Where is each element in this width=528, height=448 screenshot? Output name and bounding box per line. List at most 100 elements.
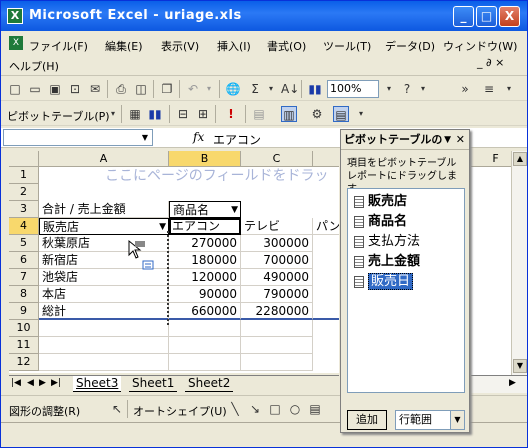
- undo-icon[interactable]: ↶: [185, 81, 201, 97]
- field-item-payment[interactable]: 支払方法: [354, 233, 420, 251]
- line-icon[interactable]: ╲: [227, 401, 243, 417]
- menu-help[interactable]: ヘルプ(H): [9, 58, 59, 74]
- permission-icon[interactable]: ⊡: [67, 81, 83, 97]
- cell-b11[interactable]: [169, 337, 241, 354]
- menu-data[interactable]: データ(D): [385, 38, 435, 54]
- menu-file[interactable]: ファイル(F): [29, 38, 88, 54]
- cell-c10[interactable]: [241, 320, 313, 337]
- menu-tools[interactable]: ツール(T): [323, 38, 371, 54]
- cell-a7[interactable]: 池袋店: [39, 269, 169, 286]
- minimize-button[interactable]: _: [453, 6, 474, 27]
- align-icon[interactable]: ≡: [481, 81, 497, 97]
- page-field-drop-area[interactable]: ここにページのフィールドをドラッ: [105, 165, 328, 185]
- format-report-icon[interactable]: ▦: [127, 106, 143, 122]
- name-box-dropdown-icon[interactable]: ▼: [138, 130, 152, 145]
- field-settings-icon[interactable]: ⚙: [309, 106, 325, 122]
- open-icon[interactable]: ▭: [27, 81, 43, 97]
- scroll-right-icon[interactable]: ▶: [509, 378, 516, 388]
- menu-view[interactable]: 表示(V): [161, 38, 199, 54]
- cell-c11[interactable]: [241, 337, 313, 354]
- workbook-window-controls[interactable]: _ ∂ ×: [477, 56, 504, 69]
- next-sheet-icon[interactable]: ▶: [39, 378, 46, 388]
- row-header-5[interactable]: 5: [9, 235, 39, 252]
- include-hidden-items-icon[interactable]: ▤: [251, 106, 267, 122]
- pivottable-menu[interactable]: ピボットテーブル(P): [7, 108, 110, 124]
- zoom-select[interactable]: 100%: [327, 80, 379, 98]
- insert-function-icon[interactable]: fx: [193, 130, 204, 144]
- cell-a8[interactable]: 本店: [39, 286, 169, 303]
- cell-b5[interactable]: 270000: [169, 235, 241, 252]
- pivot-column-field[interactable]: 商品名 ▼: [169, 201, 241, 218]
- undo-dropdown-icon[interactable]: ▾: [201, 81, 217, 97]
- scroll-down-icon[interactable]: ▼: [513, 359, 527, 373]
- cell-c9[interactable]: 2280000: [241, 303, 313, 320]
- cell-b6[interactable]: 180000: [169, 252, 241, 269]
- menu-insert[interactable]: 挿入(I): [217, 38, 251, 54]
- help-icon[interactable]: ?: [399, 81, 415, 97]
- field-item-amount[interactable]: 売上金額: [354, 253, 420, 271]
- always-display-items-icon[interactable]: ▥: [281, 106, 297, 122]
- field-item-date[interactable]: 販売日: [354, 273, 414, 291]
- vertical-scrollbar[interactable]: ▲ ▼: [511, 151, 527, 375]
- area-dropdown-icon[interactable]: ▼: [450, 411, 464, 429]
- maximize-button[interactable]: □: [476, 6, 497, 27]
- chart-wizard-icon[interactable]: ▮▮: [307, 81, 323, 97]
- row-header-12[interactable]: 12: [9, 354, 39, 371]
- print-icon[interactable]: ⎙: [113, 81, 129, 97]
- row-header-7[interactable]: 7: [9, 269, 39, 286]
- autoshape-menu[interactable]: オートシェイプ(U): [133, 403, 227, 419]
- show-detail-icon[interactable]: ⊞: [195, 106, 211, 122]
- rectangle-icon[interactable]: □: [267, 401, 283, 417]
- close-button[interactable]: X: [499, 6, 520, 27]
- print-preview-icon[interactable]: ◫: [133, 81, 149, 97]
- new-icon[interactable]: □: [7, 81, 23, 97]
- row-header-2[interactable]: 2: [9, 184, 39, 201]
- toolbar-overflow-icon[interactable]: ▾: [501, 81, 517, 97]
- pivot-chart-icon[interactable]: ▮▮: [147, 106, 163, 122]
- cell-c6[interactable]: 700000: [241, 252, 313, 269]
- pivot-toolbar-overflow-icon[interactable]: ▾: [353, 106, 369, 122]
- sort-asc-icon[interactable]: A↓: [281, 81, 299, 97]
- cell-c7[interactable]: 490000: [241, 269, 313, 286]
- column-field-dropdown-icon[interactable]: ▼: [231, 202, 238, 217]
- cell-a9[interactable]: 総計: [39, 303, 169, 320]
- pane-close-icon[interactable]: ✕: [456, 130, 465, 150]
- sheet-tab-sheet3[interactable]: Sheet3: [73, 376, 122, 392]
- field-item-product[interactable]: 商品名: [354, 213, 407, 231]
- select-all-corner[interactable]: [9, 151, 39, 167]
- cell-d4[interactable]: パン: [313, 218, 339, 235]
- row-header-10[interactable]: 10: [9, 320, 39, 337]
- cell-b12[interactable]: [169, 354, 241, 371]
- last-sheet-icon[interactable]: ▶|: [51, 378, 61, 388]
- row-header-3[interactable]: 3: [9, 201, 39, 218]
- cell-a10[interactable]: [39, 320, 169, 337]
- field-item-store[interactable]: 販売店: [354, 193, 407, 211]
- cell-c4[interactable]: テレビ: [241, 218, 313, 235]
- row-header-1[interactable]: 1: [9, 167, 39, 184]
- cell-b8[interactable]: 90000: [169, 286, 241, 303]
- autosum-icon[interactable]: Σ: [247, 81, 263, 97]
- horizontal-scrollbar[interactable]: ▶: [471, 375, 527, 393]
- refresh-data-icon[interactable]: !: [223, 106, 239, 122]
- draw-adjust-menu[interactable]: 図形の調整(R): [9, 403, 80, 419]
- hide-detail-icon[interactable]: ⊟: [175, 106, 191, 122]
- arrow-icon[interactable]: ↘: [247, 401, 263, 417]
- menu-window[interactable]: ウィンドウ(W): [443, 38, 517, 54]
- prev-sheet-icon[interactable]: ◀: [27, 378, 34, 388]
- row-header-4[interactable]: 4: [9, 218, 39, 235]
- row-header-6[interactable]: 6: [9, 252, 39, 269]
- cell-c5[interactable]: 300000: [241, 235, 313, 252]
- help-dropdown-icon[interactable]: ▾: [415, 81, 431, 97]
- save-icon[interactable]: ▣: [47, 81, 63, 97]
- pivottable-menu-dropdown-icon[interactable]: ▾: [105, 106, 121, 122]
- oval-icon[interactable]: ○: [287, 401, 303, 417]
- formula-input[interactable]: エアコン: [213, 131, 261, 148]
- first-sheet-icon[interactable]: |◀: [11, 378, 21, 388]
- menu-edit[interactable]: 編集(E): [105, 38, 143, 54]
- select-objects-icon[interactable]: ↖: [109, 401, 125, 417]
- scroll-up-icon[interactable]: ▲: [513, 152, 527, 166]
- show-field-list-icon[interactable]: ▤: [333, 106, 349, 122]
- row-header-9[interactable]: 9: [9, 303, 39, 320]
- autosum-dropdown-icon[interactable]: ▾: [263, 81, 279, 97]
- cell-c12[interactable]: [241, 354, 313, 371]
